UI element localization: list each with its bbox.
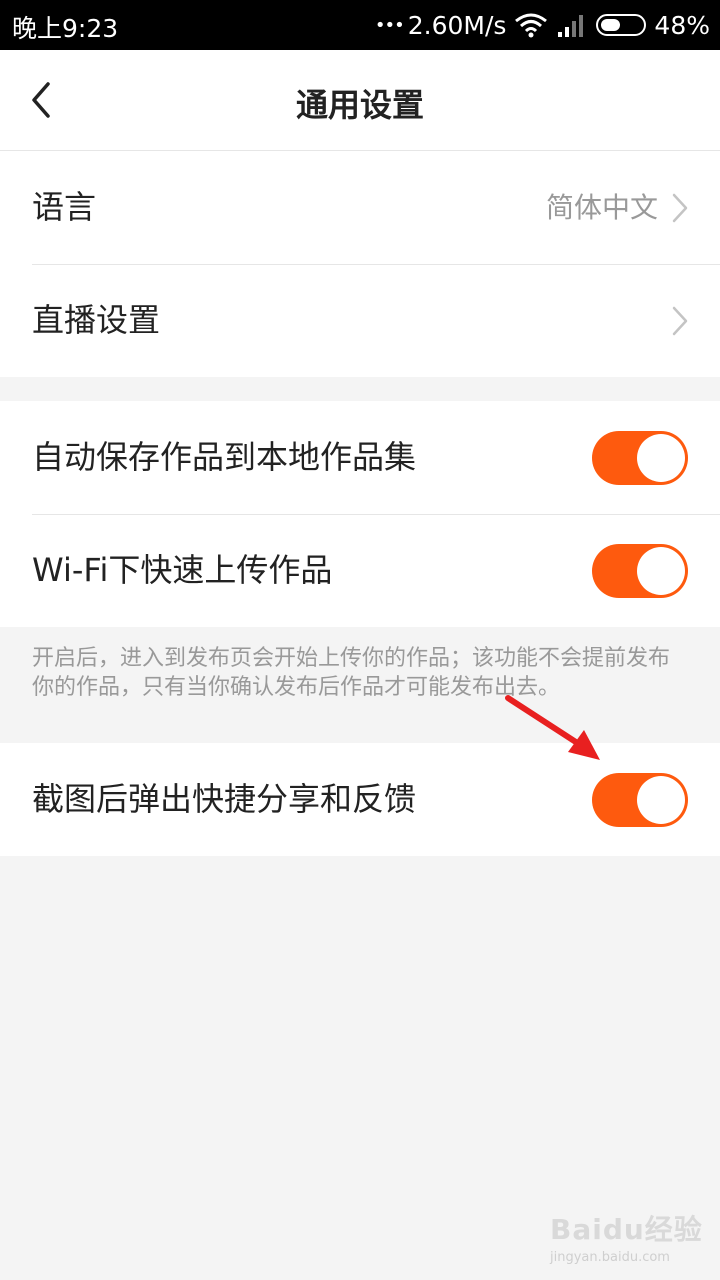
live-setting-row[interactable]: 直播设置 xyxy=(0,264,720,377)
toggle-knob xyxy=(637,547,685,595)
notification-dots: ••• xyxy=(374,14,405,36)
chevron-right-icon xyxy=(672,306,688,336)
watermark-logo: Baidu经验 xyxy=(550,1213,703,1246)
toggle-knob xyxy=(637,434,685,482)
language-value: 简体中文 xyxy=(545,191,658,224)
battery-icon xyxy=(596,14,647,36)
network-speed: 2.60M/s xyxy=(407,10,507,40)
settings-group-general: 语言 简体中文 直播设置 xyxy=(0,151,720,377)
screenshot-share-toggle[interactable] xyxy=(592,773,688,827)
settings-group-share: 截图后弹出快捷分享和反馈 xyxy=(0,743,720,856)
battery-fill xyxy=(601,19,621,31)
language-setting-row[interactable]: 语言 简体中文 xyxy=(0,151,720,264)
live-settings-label: 直播设置 xyxy=(32,301,161,339)
status-right: ••• 2.60M/s 48% xyxy=(375,9,710,41)
settings-group-works: 自动保存作品到本地作品集 Wi-Fi下快速上传作品 xyxy=(0,401,720,627)
auto-save-label: 自动保存作品到本地作品集 xyxy=(32,438,417,476)
language-label: 语言 xyxy=(32,188,97,226)
wifi-upload-toggle[interactable] xyxy=(592,544,688,598)
auto-save-row: 自动保存作品到本地作品集 xyxy=(0,401,720,514)
wifi-upload-label: Wi-Fi下快速上传作品 xyxy=(32,551,333,589)
screenshot-share-row: 截图后弹出快捷分享和反馈 xyxy=(0,743,720,856)
screenshot-share-label: 截图后弹出快捷分享和反馈 xyxy=(32,780,417,818)
battery-percent: 48% xyxy=(654,10,710,40)
page-title: 通用设置 xyxy=(295,86,424,124)
navigation-bar: 通用设置 xyxy=(0,50,720,151)
watermark-url: jingyan.baidu.com xyxy=(550,1250,670,1265)
status-time: 晚上9:23 xyxy=(12,14,119,43)
signal-icon xyxy=(558,15,584,37)
toggle-knob xyxy=(637,776,685,824)
auto-save-toggle[interactable] xyxy=(592,431,688,485)
baidu-watermark: Baidu经验 jingyan.baidu.com xyxy=(550,1208,710,1268)
wifi-upload-row: Wi-Fi下快速上传作品 xyxy=(0,514,720,627)
wifi-icon xyxy=(515,13,548,38)
annotation-arrow-icon xyxy=(505,695,600,760)
status-bar: 晚上9:23 ••• 2.60M/s 48% xyxy=(0,0,720,50)
chevron-right-icon xyxy=(672,193,688,223)
